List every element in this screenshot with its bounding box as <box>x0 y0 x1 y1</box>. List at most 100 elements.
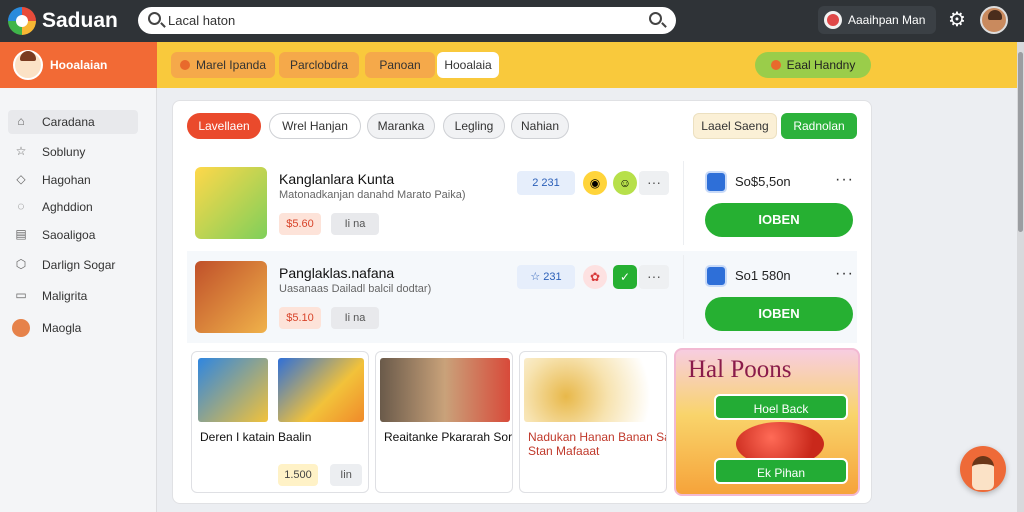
flower-icon: ✿ <box>583 265 607 289</box>
assistant-avatar-button[interactable] <box>960 446 1006 492</box>
sidebar-item-message[interactable]: ▭ Maligrita <box>8 284 138 308</box>
sidebar-item-home[interactable]: ⌂ Caradana <box>8 110 138 134</box>
check-icon: ✓ <box>613 265 637 289</box>
chip-icon <box>179 60 190 70</box>
list-item[interactable]: Panglaklas.nafana Uasanaas Dailadl balci… <box>187 251 857 343</box>
item-title: Kanglanlara Kunta <box>279 171 395 187</box>
document-icon: ▤ <box>15 227 27 241</box>
tile-qty[interactable]: Iin <box>330 464 362 486</box>
filter-chip-1[interactable]: Lavellaen <box>187 113 261 139</box>
tile-image <box>380 358 510 422</box>
avatar[interactable] <box>980 6 1008 34</box>
filter-chip-5[interactable]: Nahian <box>511 113 569 139</box>
primary-action-button[interactable]: IOBEN <box>705 203 853 237</box>
item-qty[interactable]: Ii na <box>331 307 379 329</box>
promo-title: Hal Poons <box>688 356 792 383</box>
product-tile[interactable]: Deren I katain Baalin 1.500 Iin <box>191 351 369 493</box>
sidebar: Hooalaian ⌂ Caradana ☆ Sobluny ◇ Hagohan… <box>0 42 157 512</box>
notification-icon <box>824 11 842 29</box>
tile-image <box>278 358 364 422</box>
sidebar-item-document[interactable]: ▤ Saoaligoa <box>8 223 138 247</box>
search-bar[interactable] <box>138 7 676 34</box>
tile-image <box>524 358 664 422</box>
sidebar-item-tag[interactable]: ◇ Hagohan <box>8 168 138 192</box>
product-tile[interactable]: Nadukan Hanan Banan Saral Stan Mafaaat <box>519 351 667 493</box>
filter-chip-right-1[interactable]: Laael Saeng <box>693 113 777 139</box>
star-icon: ☆ <box>15 144 27 158</box>
tile-price: 1.500 <box>278 464 318 486</box>
currency-value: So$5,5on <box>735 174 791 189</box>
scrollbar-thumb[interactable] <box>1018 52 1023 232</box>
item-subtitle: Matonadkanjan danahd Marato Paika) <box>279 189 466 201</box>
sidebar-item-user[interactable]: Maogla <box>8 316 138 340</box>
search-input[interactable] <box>168 11 638 30</box>
chip-label: Parclobdra <box>289 58 349 72</box>
banner-chip-2[interactable]: Parclobdra <box>279 52 359 78</box>
sidebar-item-label: Aghddion <box>42 200 93 214</box>
sidebar-item-label: Sobluny <box>42 145 86 159</box>
chip-label: Panoan <box>379 58 421 72</box>
promo-button-2[interactable]: Ek Pihan <box>714 458 848 484</box>
currency-value: So1 580n <box>735 268 791 283</box>
row-menu-button[interactable]: ··· <box>835 171 854 189</box>
banner-chip-1[interactable]: Marel Ipanda <box>171 52 275 78</box>
list-item[interactable]: Kanglanlara Kunta Matonadkanjan danahd M… <box>187 157 857 249</box>
sidebar-item-label: Hagohan <box>42 173 91 187</box>
tile-title: Nadukan Hanan Banan Saral Stan Mafaaat <box>528 430 666 458</box>
item-thumbnail <box>195 261 267 333</box>
sidebar-item-label: Maligrita <box>42 289 88 303</box>
primary-action-button[interactable]: IOBEN <box>705 297 853 331</box>
promo-button-1[interactable]: Hoel Back <box>714 394 848 420</box>
item-subtitle: Uasanaas Dailadl balcil dodtar) <box>279 283 432 295</box>
banner-chip-3[interactable]: Panoan <box>365 52 435 78</box>
more-options-button[interactable]: ··· <box>639 171 669 195</box>
promo-banner[interactable]: Hal Poons Hoel Back Ek Pihan <box>674 348 860 496</box>
sidebar-item-chat[interactable]: ◌ Aghddion <box>8 195 138 219</box>
sidebar-profile[interactable]: Hooalaian <box>0 42 157 88</box>
tile-title: Reaitanke Pkararah Sortg <box>384 430 513 444</box>
filter-chip-3[interactable]: Maranka <box>367 113 435 139</box>
sidebar-item-label: Saoaligoa <box>42 228 96 242</box>
box-icon: ⬡ <box>15 257 27 271</box>
scrollbar[interactable] <box>1017 42 1024 512</box>
product-tile[interactable]: Reaitanke Pkararah Sortg <box>375 351 513 493</box>
coin-icon: ◉ <box>583 171 607 195</box>
top-bar: Saduan Aaaihpan Man ⚙ <box>0 0 1024 42</box>
face-icon: ☺ <box>613 171 637 195</box>
user-menu[interactable]: Aaaihpan Man <box>818 6 936 34</box>
divider <box>683 255 684 339</box>
wallet-icon <box>705 171 727 193</box>
search-submit-icon[interactable] <box>649 12 662 25</box>
search-icon <box>148 12 161 25</box>
app-title: Saduan <box>42 9 118 32</box>
wallet-icon <box>705 265 727 287</box>
chat-icon: ◌ <box>17 199 25 213</box>
banner-chip-4[interactable]: Hooalaia <box>437 52 499 78</box>
banner-right-chip[interactable]: Eaal Handny <box>755 52 871 78</box>
item-title: Panglaklas.nafana <box>279 265 395 281</box>
user-name: Aaaihpan Man <box>848 13 926 27</box>
item-stat: 2 231 <box>517 171 575 195</box>
filter-chip-2[interactable]: Wrel Hanjan <box>269 113 361 139</box>
app-logo-icon[interactable] <box>8 7 36 35</box>
chip-label: Eaal Handny <box>786 58 856 72</box>
profile-name: Hooalaian <box>50 58 108 72</box>
top-banner: Marel Ipanda Parclobdra Panoan Hooalaia … <box>157 42 1017 88</box>
chip-label: Hooalaia <box>444 58 492 72</box>
home-icon: ⌂ <box>17 114 25 128</box>
sidebar-item-label: Darlign Sogar <box>42 258 116 272</box>
settings-icon[interactable]: ⚙ <box>948 9 966 31</box>
filter-chip-4[interactable]: Legling <box>443 113 505 139</box>
item-qty[interactable]: Ii na <box>331 213 379 235</box>
sidebar-item-box[interactable]: ⬡ Darlign Sogar <box>8 253 138 277</box>
more-options-button[interactable]: ··· <box>639 265 669 289</box>
item-price: $5.10 <box>279 307 321 329</box>
sidebar-item-label: Maogla <box>42 321 82 335</box>
filter-chip-right-2[interactable]: Radnolan <box>781 113 857 139</box>
profile-avatar-icon <box>13 50 43 80</box>
avatar-icon <box>12 319 30 337</box>
row-menu-button[interactable]: ··· <box>835 265 854 283</box>
chip-icon <box>770 60 781 70</box>
sidebar-item-star[interactable]: ☆ Sobluny <box>8 140 138 164</box>
sidebar-item-label: Caradana <box>42 115 95 129</box>
